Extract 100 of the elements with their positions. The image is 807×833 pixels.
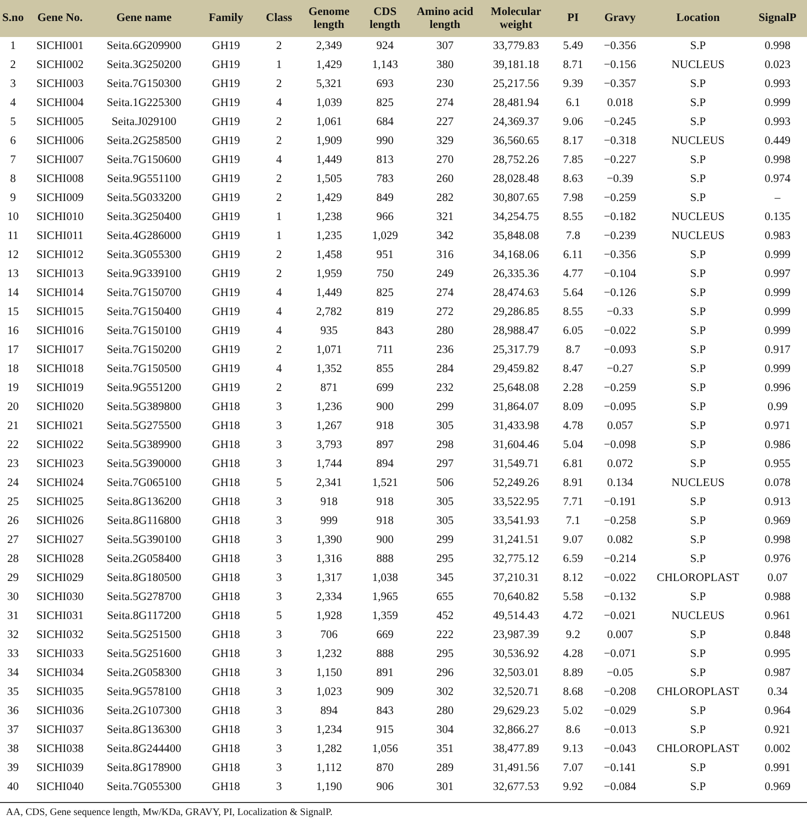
table-cell-text: 3 (275, 570, 283, 586)
table-cell-text: 14 (6, 286, 20, 301)
table-cell-text: 12 (6, 248, 20, 263)
table-cell-text: 3 (275, 456, 283, 472)
table-cell-text: 1,282 (315, 742, 343, 757)
column-header: Gene name (94, 0, 194, 37)
table-cell-text: S.P (689, 628, 707, 643)
table-cell-text: 1,056 (371, 742, 399, 757)
table-cell-text: 280 (435, 704, 455, 719)
table-cell-text: 37 (6, 722, 20, 738)
table-cell-text: 0.969 (764, 514, 792, 529)
table-cell-text: 280 (435, 324, 455, 339)
table-cell-text: 236 (435, 342, 455, 358)
table-cell-text: 0.072 (606, 456, 634, 472)
table-cell-text: Seita.5G389800 (106, 400, 182, 415)
table-cell-text: Seita.7G150500 (106, 362, 182, 377)
table-cell-text: 5.64 (562, 286, 584, 301)
table-cell-text: 1,449 (315, 152, 343, 168)
table-cell-text: 31,604.46 (492, 438, 540, 453)
table-cell-text: GH18 (210, 666, 242, 681)
table-cell-text: 900 (375, 400, 395, 415)
table-cell-text: 8.63 (562, 172, 584, 187)
table-cell-text: 1,352 (315, 362, 343, 377)
table-cell-text: −0.156 (602, 58, 638, 73)
table-cell-text: 10 (6, 210, 20, 225)
table-cell-text: S.P (689, 760, 707, 776)
table-cell-text: 274 (435, 286, 455, 301)
table-cell-text: 32,677.53 (492, 780, 540, 795)
table-cell-text: Seita.4G286000 (106, 228, 182, 244)
table-cell-text: 3 (275, 684, 283, 700)
table-cell-text: −0.208 (602, 684, 638, 700)
table-cell-text: Seita.7G150300 (106, 76, 182, 92)
table-cell-text: NUCLEUS (670, 210, 726, 225)
table-cell-text: 25,317.79 (492, 342, 540, 358)
table-cell-text: 30 (6, 590, 20, 605)
table-cell-text: GH19 (210, 210, 242, 225)
table-cell: 307 (412, 37, 478, 56)
table-cell-text: 6.59 (562, 552, 584, 567)
table-cell-text: −0.39 (606, 172, 634, 187)
table-cell-text: Seita.5G275500 (106, 418, 182, 434)
table-cell-text: Seita.2G058300 (106, 666, 182, 681)
table-cell-text: −0.098 (602, 438, 638, 453)
table-cell-text: 1,928 (315, 608, 343, 624)
table-cell-text: SICHI040 (35, 780, 85, 795)
table-cell-text: 2 (275, 114, 283, 130)
table-cell-text: 999 (319, 514, 339, 529)
table-cell-text: SICHI013 (35, 266, 85, 282)
table-cell-text: 990 (375, 134, 395, 149)
table-cell-text: NUCLEUS (670, 476, 726, 491)
table-cell-text: 8.68 (562, 684, 584, 700)
table-cell-text: 8.6 (564, 722, 582, 738)
table-cell-text: 1,112 (315, 760, 343, 776)
table-cell-text: 39 (6, 760, 20, 776)
table-cell-text: GH18 (210, 646, 242, 662)
table-cell-text: Seita.2G107300 (106, 704, 182, 719)
table-cell-text: 299 (435, 400, 455, 415)
table-cell-text: CHLOROPLAST (656, 570, 740, 586)
column-header: Class (258, 0, 300, 37)
table-cell-text: SICHI019 (35, 380, 85, 396)
table-cell-text: 783 (375, 172, 395, 187)
table-cell-text: Seita.9G551200 (106, 380, 182, 396)
table-cell: 33,779.83 (478, 37, 554, 56)
table-cell-text: 0.987 (764, 666, 792, 681)
table-cell-text: SICHI027 (35, 532, 85, 548)
table-cell-text: 1,959 (315, 266, 343, 282)
table-cell-text: Seita.5G389900 (106, 438, 182, 453)
table-cell-text: −0.021 (602, 608, 638, 624)
table-cell-text: −0.227 (602, 152, 638, 168)
table-cell-text: 301 (435, 780, 455, 795)
table-cell-text: 227 (435, 114, 455, 130)
table-cell-text: GH19 (210, 266, 242, 282)
table-cell-text: 15 (6, 304, 20, 320)
table-cell-text: 1,267 (315, 418, 343, 434)
table-cell-text: Seita.3G250200 (106, 58, 182, 73)
table-cell-text: 8.55 (562, 210, 584, 225)
table-cell-text: 2,334 (315, 590, 343, 605)
table-cell-text: 20 (6, 400, 20, 415)
table-cell-text: 888 (375, 646, 395, 662)
table-cell-text: 1 (275, 210, 283, 225)
table-cell: Seita.6G209900 (94, 37, 194, 56)
table-cell-text: Seita.5G278700 (106, 590, 182, 605)
table-cell-text: 3 (275, 400, 283, 415)
table-cell-text: SICHI034 (35, 666, 85, 681)
table-cell-text: −0.318 (602, 134, 638, 149)
table-cell-text: 0.955 (764, 456, 792, 472)
table-cell-text: 0.995 (764, 646, 792, 662)
table-cell-text: 295 (435, 552, 455, 567)
table-cell-text: Seita.8G117200 (106, 608, 182, 624)
table-cell-text: Seita.7G150400 (106, 304, 182, 320)
table-cell-text: CHLOROPLAST (656, 742, 740, 757)
table-cell-text: GH18 (210, 456, 242, 472)
table-cell-text: 8.12 (562, 570, 584, 586)
table-cell-text: 380 (435, 58, 455, 73)
table-cell-text: 36,560.65 (492, 134, 540, 149)
table-cell-text: Seita.9G551100 (106, 172, 182, 187)
table-cell-text: GH19 (210, 362, 242, 377)
table-cell-text: 289 (435, 760, 455, 776)
table-cell-text: −0.239 (602, 228, 638, 244)
table-cell-text: 16 (6, 324, 20, 339)
table-cell-text: GH18 (210, 476, 242, 491)
